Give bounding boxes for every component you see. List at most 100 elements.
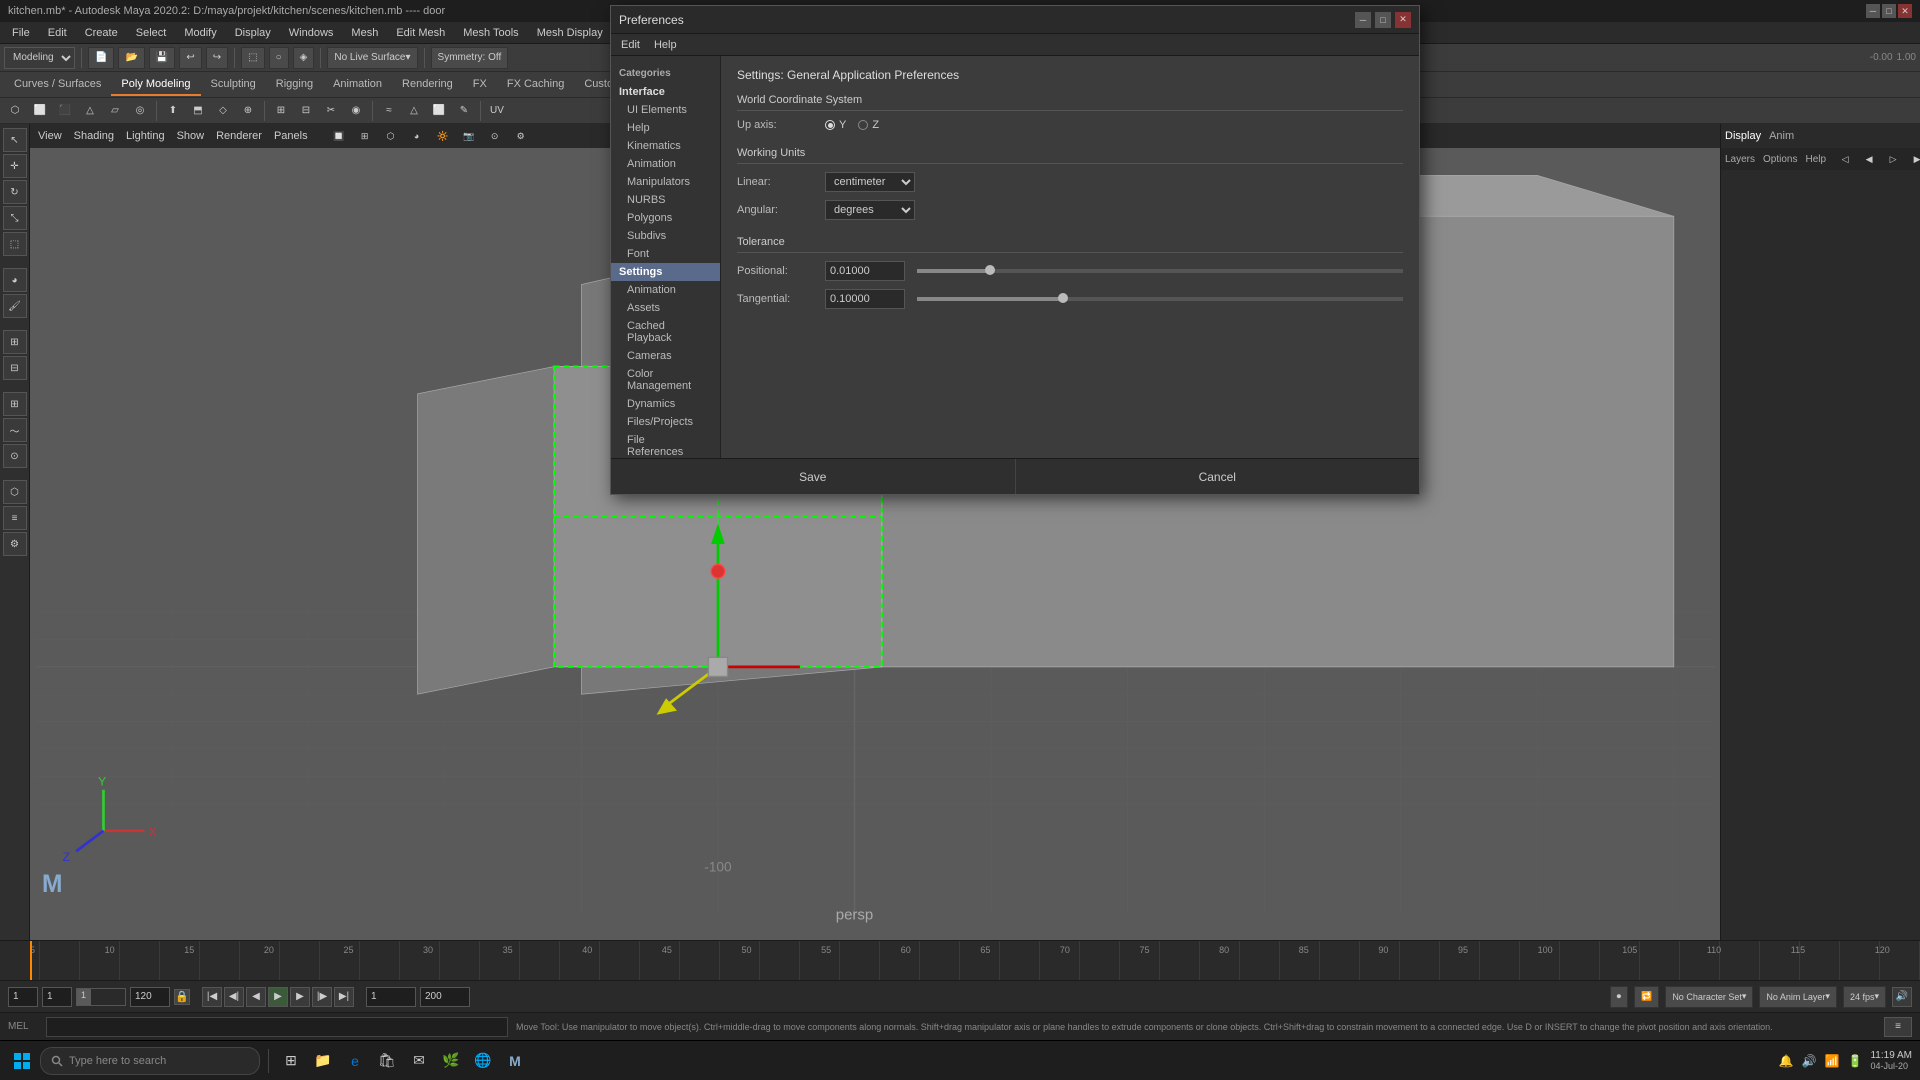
redo-button[interactable]: ↪ — [206, 47, 228, 69]
tab-curves-surfaces[interactable]: Curves / Surfaces — [4, 74, 111, 96]
rpanel-tab-anim[interactable]: Anim — [1769, 130, 1794, 142]
menu-file[interactable]: File — [4, 25, 38, 41]
viewport-menu-shading[interactable]: Shading — [74, 130, 114, 142]
prefs-maximize-button[interactable]: □ — [1375, 12, 1391, 28]
script-editor-button[interactable]: ≡ — [1884, 1017, 1912, 1037]
taskbar-maya[interactable]: M — [501, 1047, 529, 1075]
cat-animation-settings[interactable]: Animation — [611, 281, 720, 299]
frame-current-field[interactable]: 1 — [42, 987, 72, 1007]
cat-subdivs[interactable]: Subdivs — [611, 227, 720, 245]
fps-dropdown[interactable]: 24 fps ▾ — [1843, 986, 1886, 1008]
taskbar-store[interactable]: 🛍 — [373, 1047, 401, 1075]
prefs-positional-slider[interactable] — [917, 269, 1403, 273]
cat-cameras[interactable]: Cameras — [611, 347, 720, 365]
windows-start-button[interactable] — [8, 1047, 36, 1075]
next-frame-button[interactable]: ▶ — [290, 987, 310, 1007]
rpanel-menu-layers[interactable]: Layers — [1725, 154, 1755, 165]
next-key-button[interactable]: |▶ — [312, 987, 332, 1007]
vp-icon-8[interactable]: ⚙ — [510, 125, 532, 147]
viewport-menu-show[interactable]: Show — [177, 130, 205, 142]
menu-select[interactable]: Select — [128, 25, 175, 41]
prefs-cancel-button[interactable]: Cancel — [1016, 459, 1420, 494]
no-character-set-dropdown[interactable]: No Character Set ▾ — [1665, 986, 1753, 1008]
tab-fx-caching[interactable]: FX Caching — [497, 74, 574, 96]
cat-files-projects[interactable]: Files/Projects — [611, 413, 720, 431]
tab-rigging[interactable]: Rigging — [266, 74, 323, 96]
cat-kinematics[interactable]: Kinematics — [611, 137, 720, 155]
prefs-close-button[interactable]: ✕ — [1395, 12, 1411, 28]
prefs-tangential-input[interactable] — [825, 289, 905, 309]
frame-end-lock[interactable]: 🔒 — [174, 989, 190, 1005]
cat-ui-elements[interactable]: UI Elements — [611, 101, 720, 119]
lasso-tool[interactable]: ○ — [269, 47, 289, 69]
skip-end-button[interactable]: ▶| — [334, 987, 354, 1007]
prev-key-button[interactable]: ◀| — [224, 987, 244, 1007]
range-end-field[interactable] — [420, 987, 470, 1007]
cat-manipulators[interactable]: Manipulators — [611, 173, 720, 191]
vp-icon-5[interactable]: 🔆 — [432, 125, 454, 147]
tool-settings-button[interactable]: ⚙ — [3, 532, 27, 556]
paint-tool[interactable]: ◈ — [293, 47, 315, 69]
rpanel-prev-button[interactable]: ◁ — [1834, 148, 1856, 170]
vp-icon-3[interactable]: ⬡ — [380, 125, 402, 147]
select-tool[interactable]: ⬚ — [241, 47, 264, 69]
move-tool-button[interactable]: ✛ — [3, 154, 27, 178]
smooth-button[interactable]: ≈ — [378, 100, 400, 122]
live-surface-dropdown[interactable]: No Live Surface ▾ — [327, 47, 417, 69]
frame-end-field[interactable] — [130, 987, 170, 1007]
four-view-button[interactable]: ⊟ — [3, 356, 27, 380]
poly-torus-button[interactable]: ◎ — [129, 100, 151, 122]
prev-frame-button[interactable]: ◀ — [246, 987, 266, 1007]
quadrangulate-button[interactable]: ⬜ — [428, 100, 450, 122]
bridge-button[interactable]: ⬒ — [187, 100, 209, 122]
open-button[interactable]: 📂 — [118, 47, 144, 69]
rpanel-next-button[interactable]: ▷ — [1882, 148, 1904, 170]
attribute-editor-button[interactable]: ≡ — [3, 506, 27, 530]
vp-icon-6[interactable]: 📷 — [458, 125, 480, 147]
scale-tool-button[interactable]: ⤡ — [3, 206, 27, 230]
prefs-angular-select[interactable]: degrees radians — [825, 200, 915, 220]
skip-start-button[interactable]: |◀ — [202, 987, 222, 1007]
rpanel-forward-button[interactable]: ▶ — [1906, 148, 1920, 170]
taskbar-edge[interactable]: e — [341, 1047, 369, 1075]
prefs-save-button[interactable]: Save — [611, 459, 1016, 494]
taskbar-search-box[interactable]: Type here to search — [40, 1047, 260, 1075]
playhead[interactable] — [30, 941, 32, 980]
taskbar-file-explorer[interactable]: ⊞ — [277, 1047, 305, 1075]
save-button[interactable]: 💾 — [149, 47, 175, 69]
mel-input[interactable] — [46, 1017, 508, 1037]
menu-create[interactable]: Create — [77, 25, 126, 41]
cat-font[interactable]: Font — [611, 245, 720, 263]
rpanel-tab-display[interactable]: Display — [1725, 130, 1761, 142]
taskbar-mail[interactable]: ✉ — [405, 1047, 433, 1075]
vp-icon-7[interactable]: ⊙ — [484, 125, 506, 147]
tab-rendering[interactable]: Rendering — [392, 74, 463, 96]
transform-tool-button[interactable]: ⬚ — [3, 232, 27, 256]
menu-mesh-tools[interactable]: Mesh Tools — [455, 25, 526, 41]
prefs-menu-help[interactable]: Help — [648, 37, 683, 53]
tab-fx[interactable]: FX — [463, 74, 497, 96]
tab-poly-modeling[interactable]: Poly Modeling — [111, 74, 200, 96]
cat-polygons[interactable]: Polygons — [611, 209, 720, 227]
prefs-radio-y[interactable]: Y — [825, 119, 846, 131]
viewport-menu-view[interactable]: View — [38, 130, 62, 142]
poly-plane-button[interactable]: ▱ — [104, 100, 126, 122]
vp-icon-4[interactable]: ◕ — [406, 125, 428, 147]
taskbar-network-icon[interactable]: 📶 — [1825, 1054, 1840, 1068]
cat-dynamics[interactable]: Dynamics — [611, 395, 720, 413]
vp-icon-1[interactable]: 🔲 — [328, 125, 350, 147]
menu-mesh[interactable]: Mesh — [343, 25, 386, 41]
taskbar-notifications-icon[interactable]: 🔔 — [1779, 1054, 1794, 1068]
poly-sphere-button[interactable]: ⬡ — [4, 100, 26, 122]
frame-start-field[interactable]: 1 — [8, 987, 38, 1007]
node-editor-button[interactable]: ⬡ — [3, 480, 27, 504]
new-scene-button[interactable]: 📄 — [88, 47, 114, 69]
mode-dropdown[interactable]: Modeling — [4, 47, 75, 69]
cat-animation-ui[interactable]: Animation — [611, 155, 720, 173]
soft-select-button[interactable]: ◕ — [3, 268, 27, 292]
rpanel-rewind-button[interactable]: ◀ — [1858, 148, 1880, 170]
range-start-field[interactable] — [366, 987, 416, 1007]
play-button[interactable]: ▶ — [268, 987, 288, 1007]
taskbar-file-manager[interactable]: 📁 — [309, 1047, 337, 1075]
tab-animation[interactable]: Animation — [323, 74, 392, 96]
